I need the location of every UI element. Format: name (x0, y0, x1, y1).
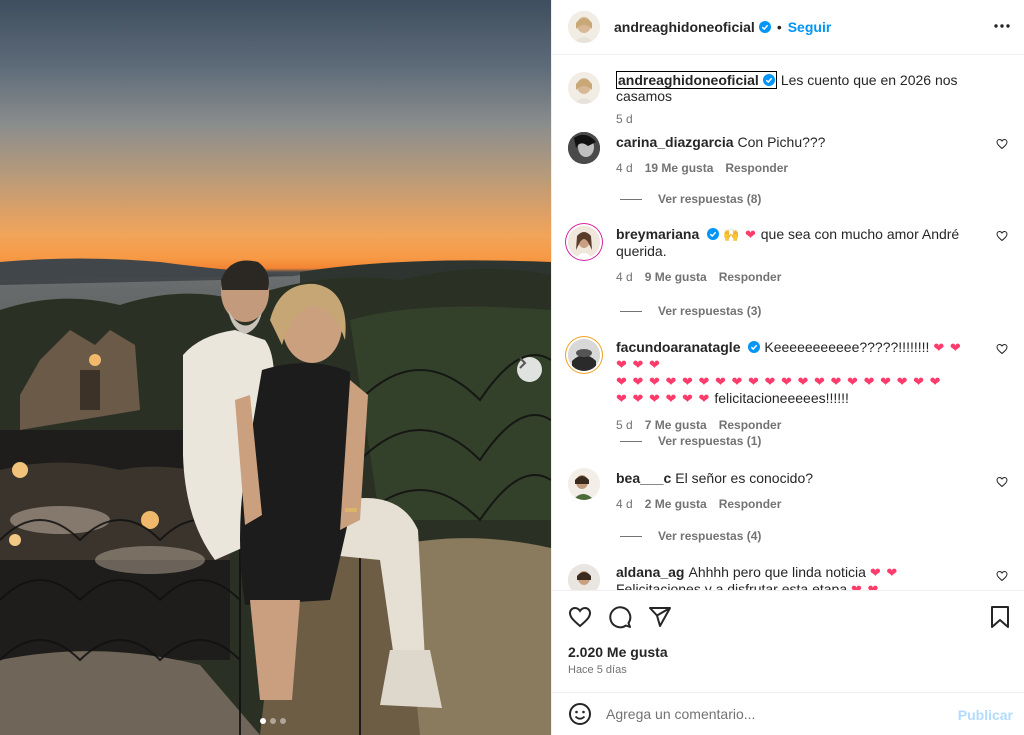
comment-likes[interactable]: 7 Me gusta (645, 417, 707, 433)
comment-item: aldana_ag Ahhhh pero que linda noticia ❤ … (568, 564, 1008, 590)
comment-username[interactable]: breymariana (616, 226, 699, 242)
share-button[interactable] (648, 605, 672, 634)
comment-like-icon[interactable] (996, 138, 1008, 150)
share-icon (649, 607, 671, 627)
comment-button[interactable] (608, 605, 632, 634)
verified-badge-icon (707, 228, 720, 240)
comment-time[interactable]: 4 d (616, 496, 633, 512)
more-options-icon[interactable] (993, 17, 1011, 35)
comment-item: bea___c El señor es conocido? 4 d 2 Me gus… (568, 468, 1008, 512)
reply-button[interactable]: Responder (719, 417, 782, 433)
save-button[interactable] (989, 605, 1011, 634)
comment-like-icon[interactable] (996, 570, 1008, 582)
comment-time[interactable]: 5 d (616, 417, 633, 433)
comment-emoji: ❤ ❤ (851, 582, 880, 590)
save-icon (991, 606, 1009, 628)
verified-badge-icon (758, 21, 771, 33)
comment-emoji: 🙌 ❤ (723, 227, 757, 242)
reply-button[interactable]: Responder (719, 496, 782, 512)
comment-icon (609, 606, 632, 629)
avatar[interactable] (568, 132, 600, 164)
post-timestamp[interactable]: Hace 5 días (568, 664, 627, 676)
avatar[interactable] (568, 226, 600, 258)
comment-text: Ahhhh pero que linda noticia (688, 564, 866, 580)
author-username[interactable]: andreaghidoneoficial (614, 19, 755, 35)
separator: • (776, 19, 782, 35)
publish-button[interactable]: Publicar (958, 707, 1013, 723)
view-replies-button[interactable]: Ver respuestas (3) (620, 304, 761, 318)
chevron-right-icon (519, 357, 527, 369)
view-replies-button[interactable]: Ver respuestas (1) (620, 434, 761, 448)
post-caption: andreaghidoneoficial Les cuento que en 20… (568, 71, 1008, 127)
carousel-dot (270, 718, 276, 724)
verified-badge-icon (748, 341, 761, 353)
comment-item: carina_diazgarcia Con Pichu??? 4 d 19 Me g… (568, 132, 1008, 176)
comment-text: Keeeeeeeeeee?????!!!!!!!! (764, 339, 930, 355)
comment-emoji: ❤ ❤ (869, 565, 899, 580)
view-replies-button[interactable]: Ver respuestas (8) (620, 192, 761, 206)
post-side-panel: andreaghidoneoficial • Seguir andreaghid… (551, 0, 1024, 735)
like-button[interactable] (568, 605, 592, 634)
comment-text: Con Pichu??? (737, 134, 826, 150)
comment-username[interactable]: carina_diazgarcia (616, 134, 734, 150)
comment-likes[interactable]: 2 Me gusta (645, 496, 707, 512)
comment-text: felicitacioneeeees!!!!!! (714, 390, 849, 406)
comment-like-icon[interactable] (996, 476, 1008, 488)
post-header: andreaghidoneoficial • Seguir (552, 0, 1024, 55)
comment-text: El señor es conocido? (675, 470, 814, 486)
comment-emoji: ❤ ❤ ❤ ❤ ❤ ❤ (616, 391, 711, 406)
view-replies-button[interactable]: Ver respuestas (4) (620, 529, 761, 543)
carousel-next-button[interactable] (517, 357, 542, 382)
comment-likes[interactable]: 9 Me gusta (645, 269, 707, 285)
comment-text: Felicitaciones y a disfrutar esta etapa (616, 581, 848, 590)
post-actions: 2.020 Me gusta Hace 5 días (552, 590, 1024, 690)
comment-like-icon[interactable] (996, 230, 1008, 242)
avatar[interactable] (568, 11, 600, 43)
comment-composer: Publicar (552, 692, 1024, 735)
comment-username[interactable]: aldana_ag (616, 564, 684, 580)
carousel-dots (260, 718, 286, 724)
post-photo[interactable] (0, 0, 551, 735)
comment-username[interactable]: bea___c (616, 470, 671, 486)
avatar[interactable] (568, 468, 600, 500)
comment-item: breymariana 🙌 ❤ que sea con mucho amor A… (568, 226, 1008, 285)
avatar[interactable] (568, 564, 600, 590)
caption-username[interactable]: andreaghidoneoficial (616, 71, 777, 89)
avatar[interactable] (568, 72, 600, 104)
comment-time[interactable]: 4 d (616, 160, 633, 176)
caption-time[interactable]: 5 d (616, 111, 633, 127)
comment-item: facundoaranatagle Keeeeeeeeeee?????!!!!!… (568, 339, 1008, 433)
reply-button[interactable]: Responder (725, 160, 788, 176)
likes-count[interactable]: 2.020 Me gusta (568, 644, 668, 660)
comment-time[interactable]: 4 d (616, 269, 633, 285)
carousel-dot (260, 718, 266, 724)
comment-input[interactable] (606, 706, 946, 722)
follow-button[interactable]: Seguir (788, 19, 832, 35)
emoji-icon[interactable] (568, 702, 592, 726)
photo-scene (0, 258, 551, 735)
comment-likes[interactable]: 19 Me gusta (645, 160, 714, 176)
comment-username[interactable]: facundoaranatagle (616, 339, 740, 355)
comments-list[interactable]: andreaghidoneoficial Les cuento que en 20… (552, 56, 1024, 590)
avatar[interactable] (568, 339, 600, 371)
verified-badge-icon (762, 74, 775, 86)
like-icon (568, 606, 592, 628)
carousel-dot (280, 718, 286, 724)
reply-button[interactable]: Responder (719, 269, 782, 285)
comment-like-icon[interactable] (996, 343, 1008, 355)
comment-emoji: ❤ ❤ ❤ ❤ ❤ ❤ ❤ ❤ ❤ ❤ ❤ ❤ ❤ ❤ ❤ ❤ ❤ ❤ ❤ ❤ (616, 374, 942, 389)
